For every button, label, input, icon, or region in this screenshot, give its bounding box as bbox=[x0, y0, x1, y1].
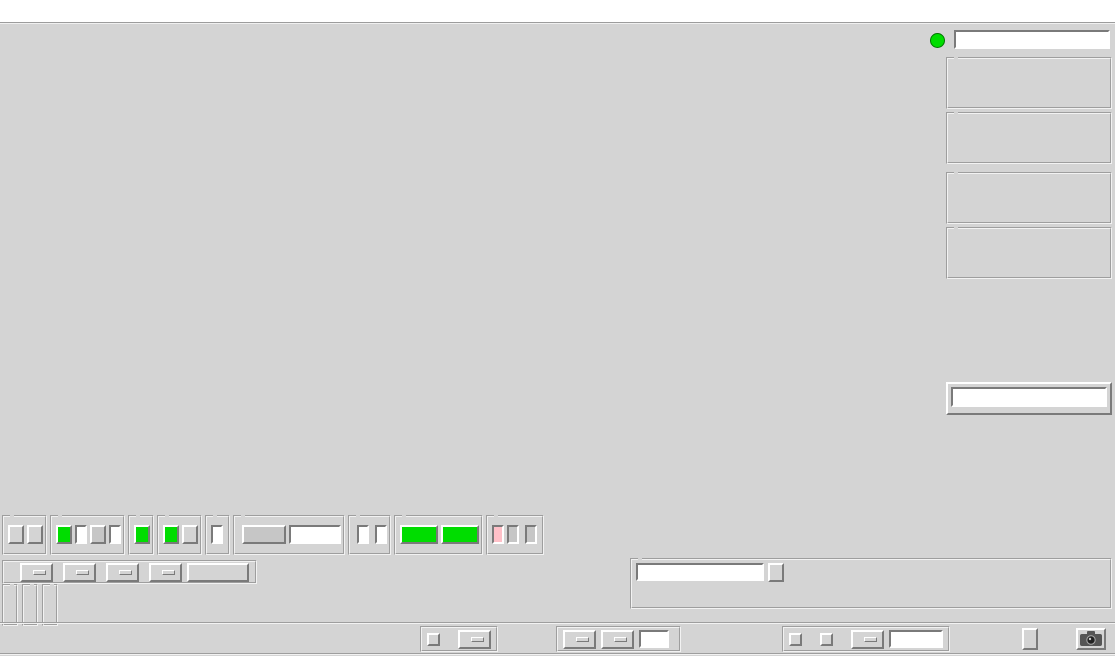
main-panel bbox=[0, 22, 1115, 656]
filter-row bbox=[2, 584, 58, 626]
count-dropdown[interactable] bbox=[851, 629, 884, 649]
busel-on-button[interactable] bbox=[134, 525, 150, 544]
che1-value bbox=[289, 525, 341, 544]
dropdown-dash-icon bbox=[76, 569, 89, 575]
snsr-1st-button[interactable] bbox=[400, 525, 438, 544]
beam-gate-close-button-1[interactable] bbox=[8, 525, 24, 544]
checkbox-icon bbox=[789, 632, 802, 646]
status-bar bbox=[0, 622, 1115, 653]
status-led bbox=[930, 33, 945, 48]
charge-ratio-group bbox=[205, 515, 230, 555]
replot-button[interactable] bbox=[187, 562, 249, 582]
gr-a1-snsr-group bbox=[394, 515, 483, 555]
fc15-kv-value bbox=[75, 525, 87, 544]
bunch-2nd-button[interactable] bbox=[182, 525, 198, 544]
bt-collimator-group bbox=[233, 515, 345, 555]
bunch-status-group bbox=[157, 515, 202, 555]
spare-input[interactable] bbox=[889, 630, 943, 648]
window-titlebar bbox=[0, 0, 1115, 22]
che1-out-button[interactable] bbox=[242, 525, 286, 544]
fc15-on-button[interactable] bbox=[56, 525, 72, 544]
machine-status-row bbox=[2, 515, 1113, 555]
bpm-x-axis-labels bbox=[0, 452, 945, 514]
conti-checkbox[interactable] bbox=[820, 632, 838, 646]
dy-1st-stats bbox=[946, 172, 1112, 224]
dropdown-dash-icon bbox=[162, 569, 175, 575]
range-dx-dropdown[interactable] bbox=[20, 562, 53, 582]
charge-plot bbox=[0, 357, 945, 451]
resize-button[interactable] bbox=[1022, 628, 1038, 650]
fc15-group bbox=[50, 515, 125, 555]
sector-group bbox=[2, 584, 18, 626]
dropdown-dash-icon bbox=[614, 636, 627, 642]
beam-rep-pct-value bbox=[525, 525, 537, 544]
ph-checkbox[interactable] bbox=[789, 632, 807, 646]
ref-file-input[interactable] bbox=[636, 563, 764, 581]
bunch-select-group bbox=[22, 584, 38, 626]
set-ref-button[interactable] bbox=[768, 562, 784, 582]
beam-rep-set-value bbox=[492, 525, 504, 544]
range-row bbox=[2, 560, 257, 584]
se1-value bbox=[375, 525, 387, 544]
chg-th-checkbox[interactable] bbox=[427, 632, 445, 646]
beam-gate-close-button-2[interactable] bbox=[27, 525, 43, 544]
sy-plot bbox=[0, 306, 945, 354]
dx-2nd-stats bbox=[946, 112, 1112, 164]
dx-plot bbox=[0, 57, 945, 149]
dropdown-dash-icon bbox=[864, 636, 877, 642]
screenshot-button[interactable] bbox=[1076, 628, 1106, 650]
stats-column bbox=[930, 30, 1112, 279]
acquisition-timestamp bbox=[954, 30, 1110, 49]
busel-group bbox=[128, 515, 154, 555]
threshold-input[interactable] bbox=[639, 630, 669, 648]
dy-2nd-stats bbox=[946, 227, 1112, 279]
dropdown-dash-icon bbox=[119, 569, 132, 575]
dropdown-dash-icon bbox=[33, 569, 46, 575]
dy-plot bbox=[0, 205, 945, 303]
bunch-dropdown[interactable] bbox=[601, 629, 634, 649]
acquisition-group bbox=[782, 626, 950, 652]
charge-ratio-value bbox=[211, 525, 223, 544]
bpm-monitor-panel bbox=[946, 382, 1112, 415]
snsr-2nd-button[interactable] bbox=[441, 525, 479, 544]
threshold-group bbox=[556, 626, 681, 652]
chg-th-group bbox=[420, 626, 498, 652]
sigma-group bbox=[42, 584, 58, 626]
dropdown-dash-icon bbox=[576, 636, 589, 642]
fc15-stb-button[interactable] bbox=[90, 525, 106, 544]
dropdown-dash-icon bbox=[471, 636, 484, 642]
chg-th-dropdown[interactable] bbox=[458, 629, 491, 649]
range-qem-dropdown[interactable] bbox=[106, 562, 139, 582]
dx-1st-stats bbox=[946, 57, 1112, 109]
camera-icon bbox=[1080, 631, 1102, 646]
fc15-percent-value bbox=[109, 525, 121, 544]
monitor-device-name bbox=[951, 387, 1107, 407]
range-qep-dropdown[interactable] bbox=[149, 562, 182, 582]
checkbox-icon bbox=[427, 632, 440, 646]
bt-lossmonitor-group bbox=[348, 515, 391, 555]
checkbox-icon bbox=[820, 632, 833, 646]
beam-rep-hz-value bbox=[507, 525, 519, 544]
sp-device-dropdown[interactable] bbox=[563, 629, 596, 649]
range-dy-dropdown[interactable] bbox=[63, 562, 96, 582]
show-group bbox=[630, 558, 1112, 609]
beam-rep-group bbox=[486, 515, 544, 555]
beam-gate-group bbox=[2, 515, 47, 555]
orbit-monitor-window bbox=[0, 0, 1115, 656]
bunch-1st-button[interactable] bbox=[163, 525, 179, 544]
sx-plot bbox=[0, 152, 945, 202]
qxd2e-value bbox=[357, 525, 369, 544]
